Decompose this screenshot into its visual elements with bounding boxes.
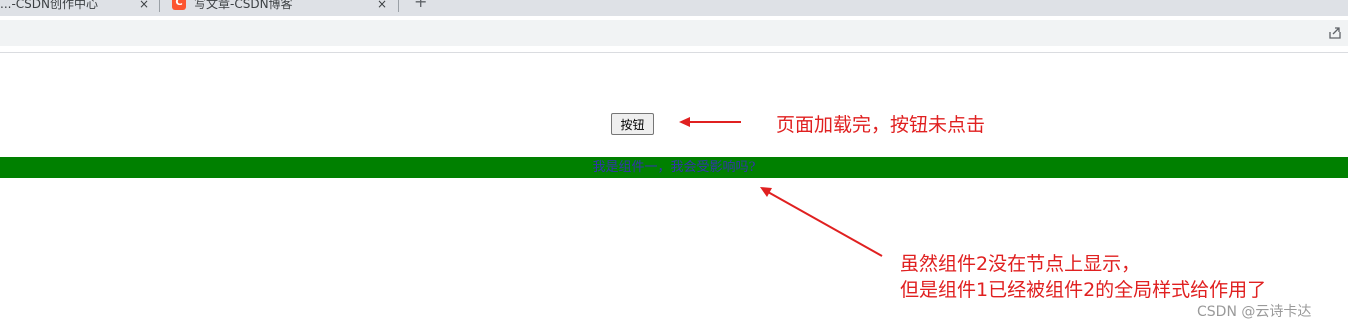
- browser-toolbar: [0, 16, 1348, 50]
- tab-close-icon[interactable]: ×: [377, 0, 387, 14]
- tab-label: 写文章-CSDN博客: [194, 0, 293, 11]
- new-tab-icon[interactable]: +: [414, 0, 427, 11]
- tab-label: ...-CSDN创作中心: [0, 0, 98, 11]
- share-icon[interactable]: [1328, 26, 1342, 40]
- tab-write-article[interactable]: 写文章-CSDN博客: [194, 0, 293, 14]
- tab-separator: [398, 0, 399, 12]
- component-one-text: 我是组件一，我会受影响吗?: [592, 160, 756, 175]
- csdn-watermark: CSDN @云诗卡达: [1197, 304, 1312, 320]
- browser-tab-bar: ...-CSDN创作中心 × C 写文章-CSDN博客 × +: [0, 0, 1348, 16]
- tab-separator: [159, 0, 160, 12]
- annotation-top: 页面加载完，按钮未点击: [776, 114, 986, 136]
- annotation-bottom-line2: 但是组件1已经被组件2的全局样式给作用了: [900, 279, 1267, 301]
- page-button[interactable]: 按钮: [611, 113, 654, 135]
- annotation-bottom: 虽然组件2没在节点上显示， 但是组件1已经被组件2的全局样式给作用了: [900, 251, 1266, 303]
- tab-csdn-creation-center[interactable]: ...-CSDN创作中心: [0, 0, 98, 14]
- annotation-bottom-line1: 虽然组件2没在节点上显示，: [900, 253, 1141, 275]
- tab-close-icon[interactable]: ×: [139, 0, 149, 14]
- address-bar[interactable]: [0, 20, 1348, 46]
- csdn-favicon-icon: C: [172, 0, 186, 10]
